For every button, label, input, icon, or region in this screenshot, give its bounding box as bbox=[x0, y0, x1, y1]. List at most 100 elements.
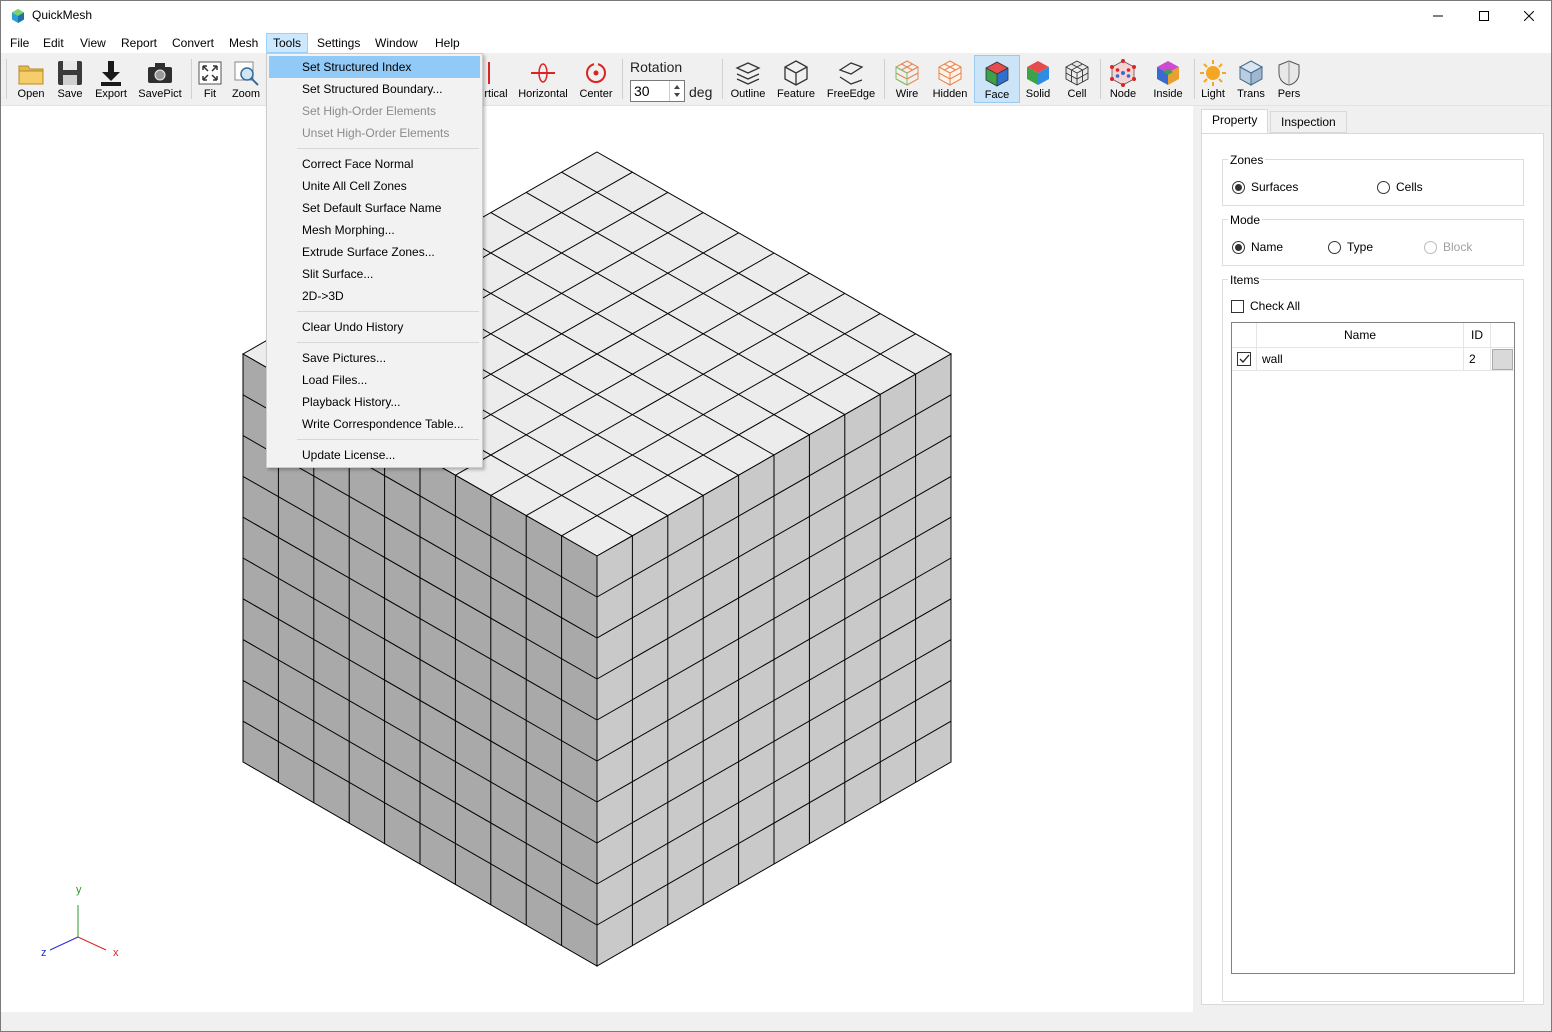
menu-convert[interactable]: Convert bbox=[165, 33, 221, 53]
menuitem-load-files[interactable]: Load Files... bbox=[269, 369, 480, 391]
radio-name[interactable]: Name bbox=[1232, 240, 1283, 254]
checkbox-box-icon bbox=[1231, 299, 1244, 313]
camera-icon bbox=[148, 63, 172, 83]
vertical-button[interactable]: rtical bbox=[479, 55, 513, 103]
hidden-button[interactable]: Hidden bbox=[930, 55, 970, 103]
menu-report[interactable]: Report bbox=[114, 33, 164, 53]
trans-button[interactable]: Trans bbox=[1233, 55, 1269, 103]
axis-y-label: y bbox=[76, 884, 82, 896]
fit-button[interactable]: Fit bbox=[194, 55, 226, 103]
menu-help[interactable]: Help bbox=[428, 33, 467, 53]
rotation-spinner[interactable] bbox=[669, 81, 683, 101]
col-name-header[interactable]: Name bbox=[1257, 323, 1464, 348]
tab-inspection[interactable]: Inspection bbox=[1270, 111, 1347, 133]
menuitem-set-high-order: Set High-Order Elements bbox=[302, 104, 437, 118]
property-tab-pane: Zones Surfaces Cells Mode Name Type Bloc… bbox=[1201, 133, 1544, 1005]
radio-dot-icon bbox=[1232, 240, 1245, 254]
menu-separator bbox=[297, 439, 479, 440]
light-button[interactable]: Light bbox=[1197, 55, 1229, 103]
axis-x-label: x bbox=[113, 947, 119, 959]
menuitem-save-pictures[interactable]: Save Pictures... bbox=[269, 347, 480, 369]
outline-layers-icon bbox=[735, 62, 761, 85]
face-button[interactable]: Face bbox=[974, 55, 1020, 103]
menu-file[interactable]: File bbox=[3, 33, 36, 53]
menu-edit[interactable]: Edit bbox=[36, 33, 71, 53]
savepict-button[interactable]: SavePict bbox=[135, 55, 185, 103]
menu-tools[interactable]: Tools bbox=[266, 33, 309, 53]
status-bar bbox=[1, 1012, 1551, 1031]
solid-button[interactable]: Solid bbox=[1020, 55, 1056, 103]
radio-cells[interactable]: Cells bbox=[1377, 180, 1423, 194]
center-target-icon bbox=[586, 61, 606, 83]
menu-separator bbox=[297, 311, 479, 312]
export-button[interactable]: Export bbox=[89, 55, 133, 103]
transparent-cube-icon bbox=[1238, 60, 1264, 86]
checkbox-checked-icon bbox=[1237, 352, 1251, 366]
menuitem-mesh-morphing[interactable]: Mesh Morphing... bbox=[269, 219, 480, 241]
menuitem-set-structured-index[interactable]: Set Structured Index bbox=[269, 56, 480, 78]
radio-dot-icon bbox=[1232, 180, 1245, 194]
menuitem-2d-to-3d[interactable]: 2D->3D bbox=[269, 285, 480, 307]
feature-button[interactable]: Feature bbox=[773, 55, 819, 103]
tab-property[interactable]: Property bbox=[1201, 109, 1269, 134]
menuitem-unite-cell-zones[interactable]: Unite All Cell Zones bbox=[269, 175, 480, 197]
menu-settings[interactable]: Settings bbox=[310, 33, 367, 53]
menuitem-correct-face-normal[interactable]: Correct Face Normal bbox=[269, 153, 480, 175]
color-swatch bbox=[1492, 349, 1513, 370]
menuitem-slit-surface[interactable]: Slit Surface... bbox=[269, 263, 480, 285]
cell-button[interactable]: Cell bbox=[1060, 55, 1094, 103]
menuitem-write-correspondence[interactable]: Write Correspondence Table... bbox=[269, 413, 480, 435]
sun-light-icon bbox=[1200, 60, 1226, 86]
outline-button[interactable]: Outline bbox=[727, 55, 769, 103]
folder-icon bbox=[18, 65, 44, 85]
items-title: Items bbox=[1228, 273, 1262, 287]
menuitem-unset-high-order: Unset High-Order Elements bbox=[302, 126, 450, 140]
menu-bar: File Edit View Report Convert Mesh Tools… bbox=[1, 31, 1551, 53]
col-id-header[interactable]: ID bbox=[1464, 323, 1491, 348]
pers-button[interactable]: Pers bbox=[1271, 55, 1307, 103]
axis-z-label: z bbox=[41, 947, 47, 959]
radio-surfaces[interactable]: Surfaces bbox=[1232, 180, 1298, 194]
open-button[interactable]: Open bbox=[11, 55, 51, 103]
node-points-icon bbox=[1110, 59, 1136, 87]
row-id-cell: 2 bbox=[1464, 348, 1491, 371]
node-button[interactable]: Node bbox=[1104, 55, 1142, 103]
inside-button[interactable]: Inside bbox=[1146, 55, 1190, 103]
radio-dot-icon bbox=[1377, 180, 1390, 194]
minimize-button[interactable] bbox=[1415, 1, 1461, 31]
check-all-checkbox[interactable]: Check All bbox=[1231, 299, 1300, 313]
horizontal-button[interactable]: Horizontal bbox=[515, 55, 571, 103]
menuitem-update-license[interactable]: Update License... bbox=[269, 444, 480, 466]
menuitem-set-default-surface-name[interactable]: Set Default Surface Name bbox=[269, 197, 480, 219]
menuitem-extrude-surface-zones[interactable]: Extrude Surface Zones... bbox=[269, 241, 480, 263]
free-edge-icon bbox=[838, 62, 864, 85]
maximize-icon bbox=[1479, 11, 1489, 21]
menu-view[interactable]: View bbox=[73, 33, 113, 53]
row-color-cell[interactable] bbox=[1491, 348, 1514, 371]
solid-cube-icon bbox=[1027, 61, 1049, 85]
menuitem-set-structured-boundary[interactable]: Set Structured Boundary... bbox=[269, 78, 480, 100]
menuitem-playback-history[interactable]: Playback History... bbox=[269, 391, 480, 413]
mesh-viewport[interactable]: y x z bbox=[1, 106, 1193, 1012]
feature-cube-icon bbox=[784, 60, 808, 86]
cell-mesh-icon bbox=[1065, 60, 1089, 86]
menu-mesh[interactable]: Mesh bbox=[222, 33, 265, 53]
floppy-disk-icon bbox=[58, 61, 82, 85]
close-button[interactable] bbox=[1506, 1, 1552, 31]
mesh-cube bbox=[241, 151, 953, 967]
zoom-button[interactable]: Zoom bbox=[228, 55, 264, 103]
property-panel: Property Inspection Zones Surfaces Cells… bbox=[1193, 106, 1551, 1012]
row-checkbox[interactable] bbox=[1232, 348, 1257, 371]
freeedge-button[interactable]: FreeEdge bbox=[823, 55, 879, 103]
perspective-shield-icon bbox=[1278, 60, 1300, 86]
menuitem-clear-undo-history[interactable]: Clear Undo History bbox=[269, 316, 480, 338]
window-title: QuickMesh bbox=[32, 8, 93, 22]
center-button[interactable]: Center bbox=[575, 55, 617, 103]
wire-button[interactable]: Wire bbox=[888, 55, 926, 103]
maximize-button[interactable] bbox=[1461, 1, 1507, 31]
save-button[interactable]: Save bbox=[51, 55, 89, 103]
radio-type[interactable]: Type bbox=[1328, 240, 1373, 254]
rotation-unit: deg bbox=[689, 84, 713, 100]
menu-window[interactable]: Window bbox=[368, 33, 425, 53]
inside-cube-icon bbox=[1157, 61, 1179, 85]
